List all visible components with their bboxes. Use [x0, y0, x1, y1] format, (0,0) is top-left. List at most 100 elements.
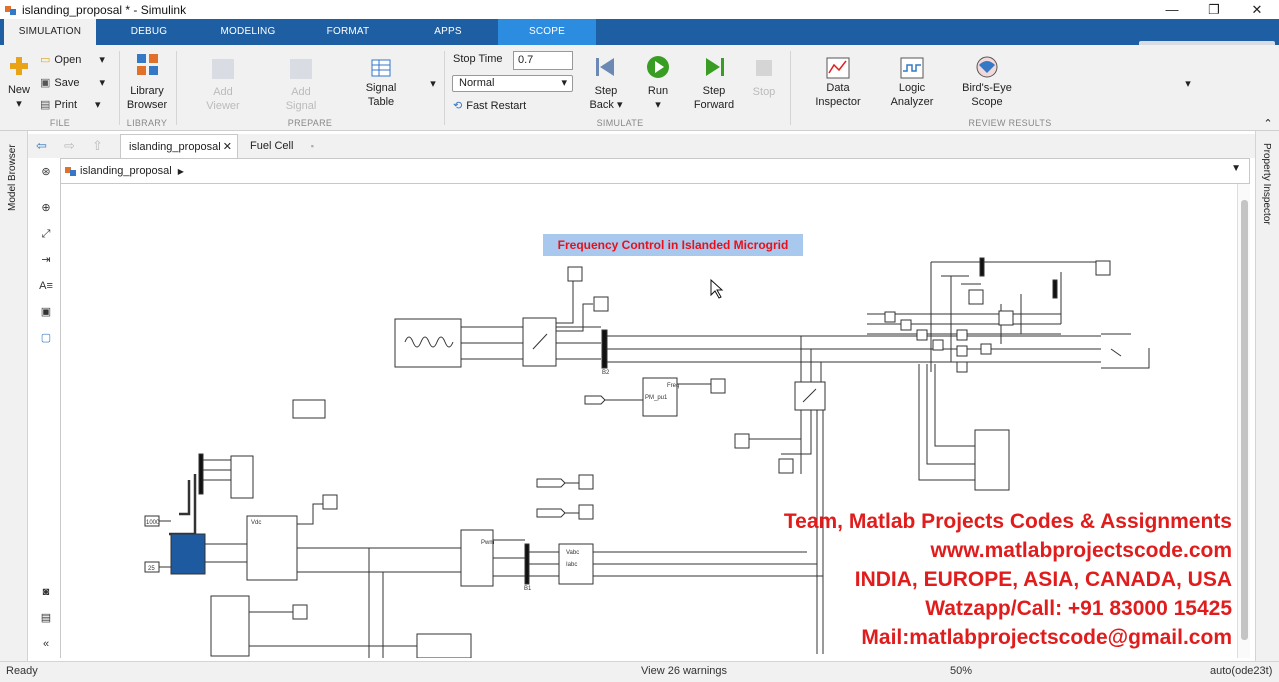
scrollbar-thumb[interactable]: [1241, 200, 1248, 640]
load-block[interactable]: [884, 311, 896, 323]
collapse-palette-icon[interactable]: «: [38, 636, 54, 652]
busbar-b1[interactable]: [524, 543, 530, 585]
load-block[interactable]: [900, 319, 912, 331]
up-icon[interactable]: ⇧: [92, 138, 103, 154]
scope-block[interactable]: [292, 604, 308, 620]
stop-button[interactable]: Stop: [748, 85, 780, 99]
new-dropdown-icon[interactable]: ▾: [6, 97, 32, 111]
breadcrumb-arrow-icon[interactable]: ▶: [178, 167, 184, 176]
fast-restart-button[interactable]: ⟲ Fast Restart: [453, 99, 526, 113]
busbar[interactable]: [1052, 279, 1058, 299]
scope-block[interactable]: [322, 494, 338, 510]
tab-modeling[interactable]: MODELING: [208, 19, 288, 45]
step-back-button[interactable]: Step Back ▾: [584, 84, 628, 112]
prepare-gallery-expand-icon[interactable]: ▾: [427, 77, 439, 91]
synchronous-generator-block[interactable]: [394, 318, 462, 368]
property-inspector-label[interactable]: Property Inspector: [1261, 143, 1272, 225]
load-block[interactable]: [916, 329, 928, 341]
scope-block[interactable]: [968, 289, 984, 305]
maximize-button[interactable]: ❐: [1192, 0, 1236, 19]
explorer-bar-icon[interactable]: ▤: [38, 610, 54, 626]
busbar-b2[interactable]: [601, 329, 608, 369]
tab-format[interactable]: FORMAT: [308, 19, 388, 45]
tab-close-icon[interactable]: ▪: [311, 134, 314, 158]
back-icon[interactable]: ⇦: [36, 138, 47, 154]
arrow-icon[interactable]: ⇥: [38, 252, 54, 268]
freq-port-label: Freq: [667, 383, 679, 389]
load-block[interactable]: [956, 345, 968, 357]
fit-view-icon[interactable]: ⤢: [38, 226, 54, 242]
solver-label[interactable]: auto(ode23t): [1210, 665, 1272, 677]
breadcrumb-dropdown-icon[interactable]: ▼: [1231, 163, 1241, 174]
zoom-level[interactable]: 50%: [950, 665, 972, 677]
model-canvas[interactable]: Frequency Control in Islanded Microgrid: [60, 184, 1237, 658]
forward-icon[interactable]: ⇨: [64, 138, 75, 154]
tab-scope[interactable]: SCOPE: [498, 19, 596, 45]
scope-block[interactable]: [734, 433, 750, 449]
library-browser-button[interactable]: Library Browser: [124, 84, 170, 112]
breadcrumb-model[interactable]: islanding_proposal: [80, 165, 172, 177]
logic-analyzer-button[interactable]: Logic Analyzer: [882, 81, 942, 109]
close-tab-icon[interactable]: ✕: [223, 135, 232, 159]
scope-block[interactable]: [1095, 260, 1111, 276]
step-forward-button[interactable]: Step Forward: [690, 84, 738, 112]
model-browser-label[interactable]: Model Browser: [7, 144, 18, 211]
view-warnings-link[interactable]: View 26 warnings: [641, 665, 727, 677]
scope-block[interactable]: [710, 378, 726, 394]
pv-array-block[interactable]: [170, 533, 206, 575]
measurement-block[interactable]: [974, 429, 1010, 491]
hide-palette-icon[interactable]: ⊛: [38, 164, 54, 180]
image-icon[interactable]: ▣: [38, 304, 54, 320]
simulation-mode-select[interactable]: Normal ▾: [452, 75, 573, 92]
birds-eye-scope-button[interactable]: Bird's-Eye Scope: [954, 81, 1020, 109]
scope-block[interactable]: [578, 474, 594, 490]
minimize-button[interactable]: —: [1150, 0, 1194, 19]
stop-time-input[interactable]: 0.7: [513, 51, 573, 70]
print-button[interactable]: ▤ Print ▾: [40, 98, 101, 112]
vertical-scrollbar[interactable]: [1237, 184, 1250, 658]
run-button[interactable]: Run ▾: [638, 84, 678, 112]
scope-block[interactable]: [998, 310, 1014, 326]
scope-block[interactable]: [230, 455, 254, 499]
pwm-generator-block[interactable]: [416, 633, 472, 658]
signal-table-button[interactable]: Signal Table: [356, 81, 406, 109]
review-gallery-expand-icon[interactable]: ▾: [1182, 77, 1194, 91]
busbar[interactable]: [198, 453, 204, 495]
prepare-section-label: PREPARE: [287, 118, 333, 128]
tab-debug[interactable]: DEBUG: [110, 19, 188, 45]
inverter-block[interactable]: [460, 529, 494, 587]
annotation-icon[interactable]: A≡: [38, 278, 54, 294]
area-icon[interactable]: ▢: [38, 330, 54, 346]
tab-fuel-cell[interactable]: Fuel Cell ▪: [242, 134, 318, 158]
add-signal-button[interactable]: Add Signal: [276, 85, 326, 113]
add-viewer-button[interactable]: Add Viewer: [198, 85, 248, 113]
tab-apps[interactable]: APPS: [408, 19, 488, 45]
collapse-ribbon-icon[interactable]: ⌃: [1262, 117, 1274, 131]
tab-islanding-proposal[interactable]: islanding_proposal ✕: [120, 134, 238, 158]
breaker-block[interactable]: [794, 381, 826, 411]
close-window-button[interactable]: ✕: [1235, 0, 1279, 19]
load-block[interactable]: [932, 339, 944, 351]
empty-block[interactable]: [292, 399, 326, 419]
model-browser-strip[interactable]: Model Browser: [0, 131, 28, 661]
new-button[interactable]: New: [4, 83, 34, 97]
busbar[interactable]: [979, 257, 985, 277]
load-block[interactable]: [956, 329, 968, 341]
save-button[interactable]: ▣ Save ▾: [40, 76, 105, 90]
tab-simulation[interactable]: SIMULATION: [4, 19, 96, 45]
zoom-icon[interactable]: ⊕: [38, 200, 54, 216]
scope-block[interactable]: [593, 296, 609, 312]
screenshot-icon[interactable]: ◙: [38, 584, 54, 600]
data-inspector-button[interactable]: Data Inspector: [808, 81, 868, 109]
scope-block[interactable]: [578, 504, 594, 520]
vdc-port-label: Vdc: [251, 520, 261, 526]
open-button[interactable]: ▭ Open ▾: [40, 53, 105, 67]
stop-icon: [756, 60, 772, 76]
scope-block[interactable]: [778, 458, 794, 474]
load-block[interactable]: [956, 361, 968, 373]
document-tab-bar: ⇦ ⇨ ⇧ islanding_proposal ✕ Fuel Cell ▪: [28, 134, 1255, 158]
load-block[interactable]: [980, 343, 992, 355]
property-inspector-strip[interactable]: Property Inspector: [1255, 131, 1279, 661]
scope-block[interactable]: [567, 266, 583, 282]
controller-block[interactable]: [210, 595, 250, 657]
